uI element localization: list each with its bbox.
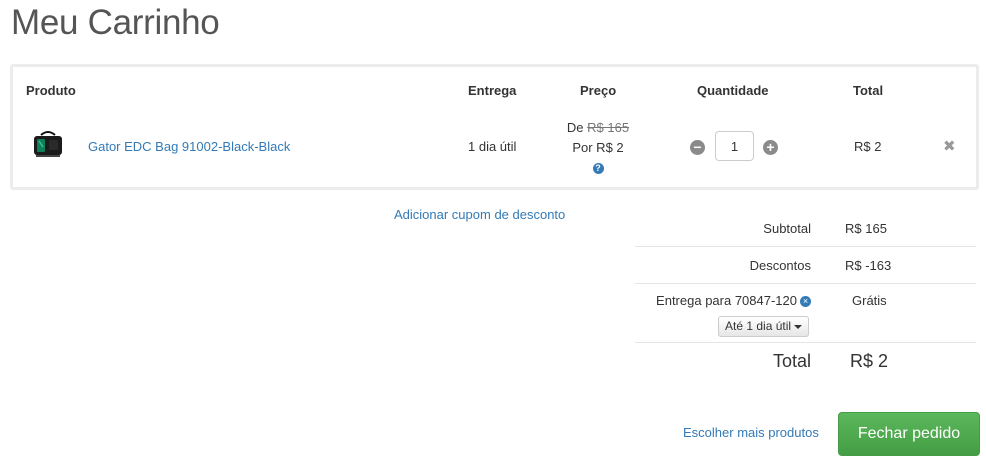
choose-more-products-link[interactable]: Escolher mais produtos [683,425,819,440]
price-from: De R$ 165 [553,118,643,138]
cart-table: Produto Entrega Preço Quantidade Total G… [10,64,979,190]
remove-item-icon[interactable]: ✖ [943,137,956,155]
column-header-entrega: Entrega [468,83,517,98]
price-to: Por R$ 2 [572,140,624,155]
quantity-decrease-button[interactable]: − [690,140,705,155]
discount-value: R$ -163 [845,258,892,273]
column-header-total: Total [853,83,884,98]
discount-label: Descontos [749,258,811,273]
price-old: R$ 165 [587,120,630,135]
question-circle-icon[interactable]: ? [592,163,604,175]
subtotal-label: Subtotal [763,221,811,236]
product-name-link[interactable]: Gator EDC Bag 91002-Black-Black [88,139,290,154]
product-thumbnail[interactable] [31,127,65,161]
page-title: Meu Carrinho [11,3,220,42]
quantity-increase-button[interactable]: + [763,140,778,155]
quantity-input[interactable] [715,131,754,161]
add-coupon-link[interactable]: Adicionar cupom de desconto [394,207,565,222]
caret-down-icon [794,324,803,329]
shipping-option-dropdown[interactable]: Até 1 dia útil [718,316,810,337]
shipping-option-label: Até 1 dia útil [725,319,792,333]
summary-row-shipping: Entrega para 70847-120 × Grátis Até 1 dia… [635,284,976,343]
column-header-quantidade: Quantidade [697,83,769,98]
delivery-time: 1 dia útil [468,139,517,154]
summary-row-total: Total R$ 2 [635,343,976,383]
price-block: De R$ 165 Por R$ 2 ? [553,118,643,178]
shipping-label-wrap: Entrega para 70847-120 × [656,293,811,308]
clear-zip-icon[interactable]: × [800,296,811,308]
column-header-produto: Produto [26,83,76,98]
price-from-prefix: De [566,120,584,135]
shipping-label: Entrega para 70847-120 [656,293,797,308]
checkout-button[interactable]: Fechar pedido [838,412,980,456]
summary-row-subtotal: Subtotal R$ 165 [635,210,976,247]
line-total: R$ 2 [854,139,882,154]
total-label: Total [772,351,811,371]
summary-row-discount: Descontos R$ -163 [635,247,976,284]
shipping-value: Grátis [852,293,887,308]
subtotal-value: R$ 165 [845,221,887,236]
total-value: R$ 2 [850,351,889,371]
order-summary: Subtotal R$ 165 Descontos R$ -163 Entreg… [635,210,976,383]
column-header-preco: Preço [580,83,617,98]
